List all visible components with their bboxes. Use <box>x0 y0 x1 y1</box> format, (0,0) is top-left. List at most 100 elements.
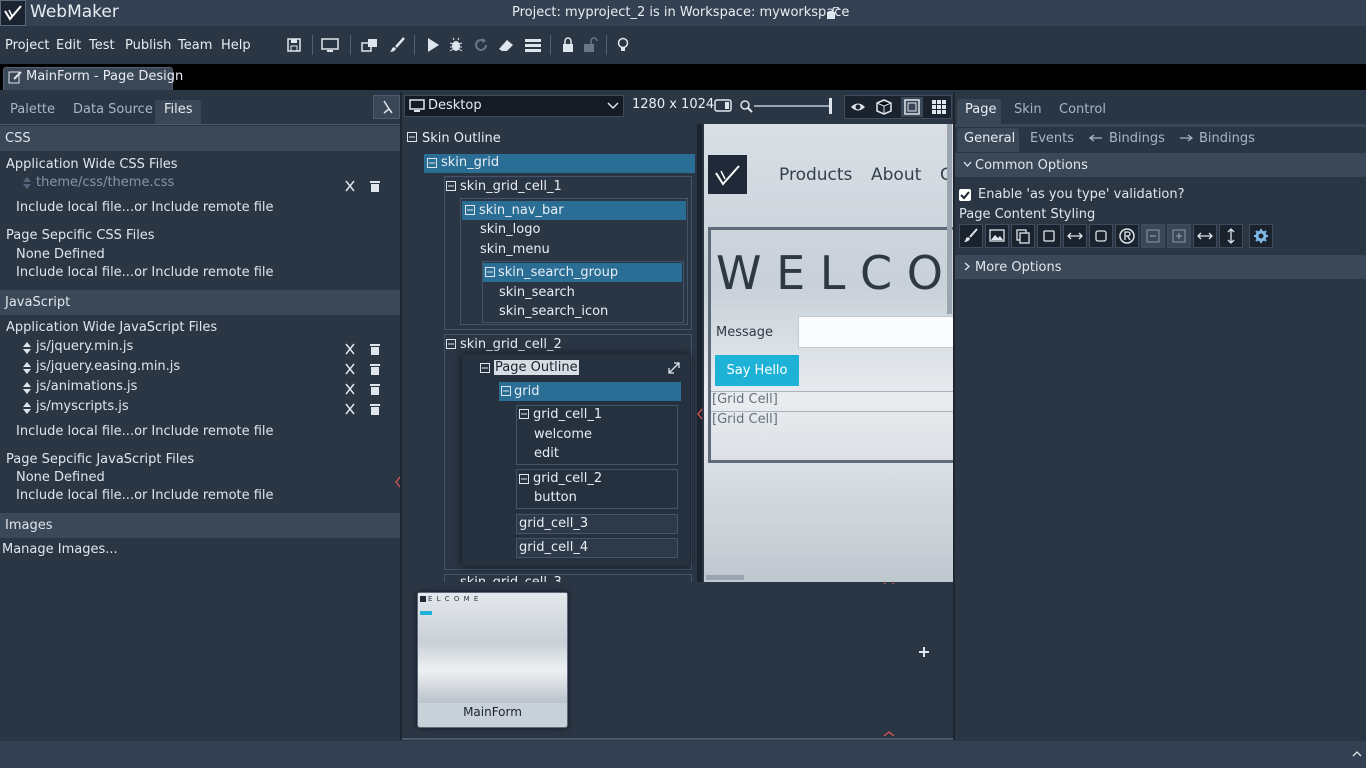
trash-icon[interactable] <box>369 403 381 415</box>
outline-node-skin-menu[interactable]: skin_menu <box>480 242 550 257</box>
page-preview[interactable]: Products About C W E L C O Message Say H… <box>704 124 953 582</box>
collapse-icon[interactable] <box>427 158 437 168</box>
lightbulb-icon[interactable] <box>616 37 634 53</box>
style-settings-button[interactable] <box>1249 224 1273 248</box>
menu-help[interactable]: Help <box>221 38 251 53</box>
outline-node-welcome[interactable]: welcome <box>534 427 592 442</box>
collapse-icon[interactable] <box>485 267 495 277</box>
validation-checkbox[interactable] <box>959 189 971 201</box>
style-copy-button[interactable] <box>1011 224 1035 248</box>
chevron-up-icon[interactable] <box>1352 751 1362 757</box>
preview-message-input[interactable] <box>798 316 953 348</box>
js-include-remote-link[interactable]: Include remote file <box>151 424 273 439</box>
tab-skin[interactable]: Skin <box>1014 102 1042 117</box>
css-file-item[interactable]: theme/css/theme.css <box>36 175 174 190</box>
style-expand-button[interactable] <box>1167 224 1191 248</box>
play-icon[interactable] <box>425 37 443 53</box>
tab-data-source[interactable]: Data Source <box>73 102 153 117</box>
sort-handle-icon[interactable] <box>22 402 32 414</box>
cut-icon[interactable] <box>344 363 356 375</box>
page-outline-label[interactable]: Page Outline <box>494 360 579 375</box>
sort-handle-icon[interactable] <box>22 382 32 394</box>
preview-nav-products[interactable]: Products <box>779 165 852 185</box>
collapse-icon[interactable] <box>407 132 417 142</box>
collapse-icon[interactable] <box>519 409 529 419</box>
sort-handle-icon[interactable] <box>22 177 32 189</box>
menu-project[interactable]: Project <box>5 38 49 53</box>
brush-icon[interactable] <box>389 37 407 53</box>
grid-icon[interactable] <box>931 99 947 115</box>
collapse-icon[interactable] <box>465 205 475 215</box>
lock-icon[interactable] <box>561 37 579 53</box>
css-section-header[interactable] <box>0 126 400 151</box>
trash-icon[interactable] <box>369 180 381 192</box>
chevron-up-icon[interactable] <box>883 731 895 737</box>
outline-node-skin-search-icon[interactable]: skin_search_icon <box>499 304 608 319</box>
preview-say-hello-button[interactable]: Say Hello <box>715 355 799 386</box>
tab-files[interactable]: Files <box>164 102 193 117</box>
collapse-icon[interactable] <box>446 339 456 349</box>
add-page-icon[interactable] <box>918 646 930 658</box>
outline-node-button[interactable]: button <box>534 490 577 505</box>
css-include-remote-link[interactable]: Include remote file <box>151 200 273 215</box>
style-registered-button[interactable] <box>1115 224 1139 248</box>
css-page-include-local-link[interactable]: Include local file... <box>16 265 134 280</box>
expand-icon[interactable] <box>668 362 680 374</box>
windows-icon[interactable] <box>361 37 379 53</box>
js-page-include-local-link[interactable]: Include local file... <box>16 488 134 503</box>
js-file-item[interactable]: js/jquery.easing.min.js <box>36 359 180 374</box>
trash-icon[interactable] <box>369 383 381 395</box>
manage-images-link[interactable]: Manage Images... <box>2 542 118 557</box>
collapse-icon[interactable] <box>480 363 490 373</box>
preview-scrollbar-h[interactable] <box>706 575 744 580</box>
eraser-icon[interactable] <box>497 37 515 53</box>
tab-palette[interactable]: Palette <box>10 102 55 117</box>
style-vspace-button[interactable] <box>1219 224 1243 248</box>
zoom-slider-handle[interactable] <box>829 98 832 114</box>
eye-icon[interactable] <box>850 99 866 115</box>
screen-size-icon[interactable] <box>714 99 732 112</box>
images-section-header[interactable] <box>0 513 400 538</box>
collapse-icon[interactable] <box>519 474 529 484</box>
collapse-icon[interactable] <box>501 386 511 396</box>
js-include-local-link[interactable]: Include local file... <box>16 424 134 439</box>
style-border-button[interactable] <box>1037 224 1061 248</box>
outline-node-edit[interactable]: edit <box>534 446 559 461</box>
thumbnail-mainform[interactable]: E L C O M E MainForm <box>417 592 568 728</box>
outline-node-skin-logo[interactable]: skin_logo <box>480 222 540 237</box>
collapse-panel-button[interactable] <box>373 95 400 119</box>
preview-nav-about[interactable]: About <box>871 165 921 185</box>
style-padding-button[interactable] <box>1089 224 1113 248</box>
collapse-arrow-icon[interactable] <box>697 408 703 420</box>
unlock-icon[interactable] <box>826 7 840 19</box>
zoom-slider[interactable] <box>754 105 831 107</box>
outline-node-skin-search[interactable]: skin_search <box>499 285 575 300</box>
trash-icon[interactable] <box>369 343 381 355</box>
css-page-include-remote-link[interactable]: Include remote file <box>151 265 273 280</box>
cut-icon[interactable] <box>344 180 356 192</box>
style-brush-button[interactable] <box>959 224 983 248</box>
subtab-bindings-out[interactable]: Bindings <box>1199 131 1255 146</box>
cut-icon[interactable] <box>344 343 356 355</box>
cube-icon[interactable] <box>876 99 892 115</box>
sort-handle-icon[interactable] <box>22 342 32 354</box>
cut-icon[interactable] <box>344 383 356 395</box>
subtab-general[interactable]: General <box>964 131 1015 146</box>
style-width-button[interactable] <box>1063 224 1087 248</box>
monitor-icon[interactable] <box>321 37 339 53</box>
subtab-events[interactable]: Events <box>1030 131 1074 146</box>
tab-page[interactable]: Page <box>965 102 996 117</box>
trash-icon[interactable] <box>369 363 381 375</box>
menu-team[interactable]: Team <box>178 38 212 53</box>
css-include-local-link[interactable]: Include local file... <box>16 200 134 215</box>
menu-publish[interactable]: Publish <box>125 38 171 53</box>
collapse-icon[interactable] <box>446 181 456 191</box>
js-file-item[interactable]: js/jquery.min.js <box>36 339 133 354</box>
style-hspace-button[interactable] <box>1193 224 1217 248</box>
style-collapse-button[interactable] <box>1141 224 1165 248</box>
subtab-bindings-in[interactable]: Bindings <box>1109 131 1165 146</box>
server-icon[interactable] <box>524 37 542 53</box>
menu-edit[interactable]: Edit <box>56 38 81 53</box>
outline-scrollbar[interactable] <box>697 124 702 582</box>
preview-scrollbar-v[interactable] <box>947 124 952 314</box>
